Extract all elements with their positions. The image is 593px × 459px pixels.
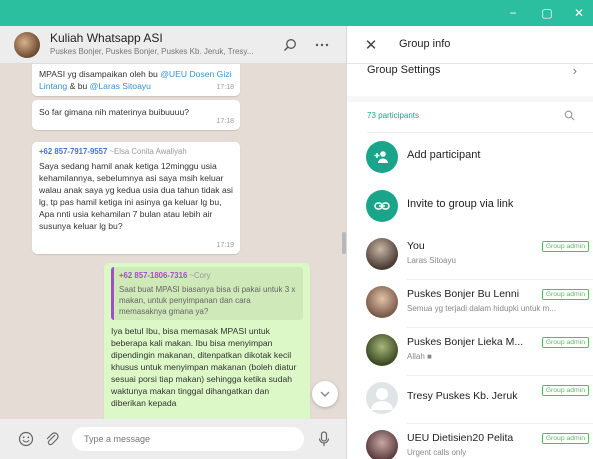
avatar[interactable] xyxy=(366,430,398,459)
chevron-right-icon: › xyxy=(572,63,577,78)
quoted-sender-number: +62 857-1806-7316 xyxy=(119,271,188,280)
message-time: 17:18 xyxy=(216,84,234,91)
mention-link[interactable]: @Laras Sitoayu xyxy=(90,81,151,91)
message-text: So far gimana nih materinya buibuuuu? xyxy=(39,107,190,117)
message-time: 17:18 xyxy=(216,118,234,125)
message-input[interactable] xyxy=(72,427,304,451)
chat-title[interactable]: Kuliah Whatsapp ASI xyxy=(50,31,163,45)
member-row[interactable]: UEU Dietisien20 Pelita Urgent calls only… xyxy=(347,424,593,459)
quoted-sender-name: ~Cory xyxy=(189,271,211,280)
avatar[interactable] xyxy=(366,334,398,366)
sender-number[interactable]: +62 857-7917-9557 xyxy=(39,147,107,156)
avatar[interactable] xyxy=(366,238,398,270)
participants-section: 73 participants Add participant Invite t… xyxy=(347,102,593,459)
whatsapp-window: − ▢ ✕ Kuliah Whatsapp ASI Puskes Bonjer,… xyxy=(0,0,593,459)
admin-badge: Group admin xyxy=(541,289,589,300)
emoji-icon[interactable] xyxy=(16,429,36,449)
title-bar: − ▢ ✕ xyxy=(0,0,593,26)
message-sender: +62 857-7917-9557 ~Elsa Conita Awaliyah xyxy=(39,146,233,158)
admin-badge: Group admin xyxy=(541,241,589,252)
close-icon[interactable]: ✕ xyxy=(361,35,381,55)
message-composer xyxy=(0,419,346,459)
search-icon[interactable] xyxy=(280,35,300,55)
group-avatar[interactable] xyxy=(14,32,40,58)
member-row[interactable]: Puskes Bonjer Bu Lenni Semua yg terjadi … xyxy=(347,280,593,328)
invite-via-link-label: Invite to group via link xyxy=(407,198,514,210)
message-text: & bu xyxy=(67,81,90,91)
member-row[interactable]: Tresy Puskes Kb. Jeruk Group admin xyxy=(347,376,593,424)
scroll-down-button[interactable] xyxy=(312,381,338,407)
member-status: Allah ■ xyxy=(407,352,432,361)
add-participant-label: Add participant xyxy=(407,149,481,161)
group-settings-label: Group Settings xyxy=(367,64,441,76)
member-name: You xyxy=(407,240,425,252)
message-text: Iya betul Ibu, bisa memasak MPASI untuk … xyxy=(111,326,297,408)
resize-handle[interactable] xyxy=(342,232,346,254)
member-name: Puskes Bonjer Lieka M... xyxy=(407,336,524,348)
member-row[interactable]: Puskes Bonjer Lieka M... Allah ■ Group a… xyxy=(347,328,593,376)
maximize-button[interactable]: ▢ xyxy=(530,0,564,26)
minimize-button[interactable]: − xyxy=(496,0,530,26)
microphone-icon[interactable] xyxy=(314,429,334,449)
search-participants-icon[interactable] xyxy=(561,107,577,123)
group-info-panel: ✕ Group info Group Settings › 73 partici… xyxy=(347,26,593,459)
group-info-header: ✕ Group info xyxy=(347,26,593,64)
message-bubble[interactable]: MPASI yg disampaikan oleh bu @UEU Dosen … xyxy=(32,64,240,96)
group-settings-row[interactable]: Group Settings › xyxy=(347,63,593,96)
more-options-icon[interactable] xyxy=(312,35,332,55)
member-name: Tresy Puskes Kb. Jeruk xyxy=(407,390,518,402)
default-avatar-icon[interactable] xyxy=(366,382,398,414)
add-participant-button[interactable]: Add participant xyxy=(347,134,593,180)
message-text: Saya sedang hamil anak ketiga 12minggu u… xyxy=(39,161,233,231)
message-bubble[interactable]: So far gimana nih materinya buibuuuu? 17… xyxy=(32,100,240,130)
message-list[interactable]: MPASI yg disampaikan oleh bu @UEU Dosen … xyxy=(0,64,346,419)
member-status: Semua yg terjadi dalam hidupki untuk m..… xyxy=(407,304,556,313)
chat-header[interactable]: Kuliah Whatsapp ASI Puskes Bonjer, Puske… xyxy=(0,26,346,64)
invite-via-link-button[interactable]: Invite to group via link xyxy=(347,183,593,229)
avatar[interactable] xyxy=(366,286,398,318)
chat-panel: Kuliah Whatsapp ASI Puskes Bonjer, Puske… xyxy=(0,26,346,459)
quoted-message[interactable]: +62 857-1806-7316 ~Cory Saat buat MPASI … xyxy=(111,267,303,320)
admin-badge: Group admin xyxy=(541,337,589,348)
admin-badge: Group admin xyxy=(541,385,589,396)
group-info-title: Group info xyxy=(399,38,451,50)
member-row[interactable]: You Laras Sitoayu Group admin xyxy=(347,232,593,280)
add-person-icon xyxy=(366,141,398,173)
member-status: Urgent calls only xyxy=(407,448,467,457)
member-status: Laras Sitoayu xyxy=(407,256,456,265)
divider xyxy=(367,132,593,133)
message-text: MPASI yg disampaikan oleh bu xyxy=(39,69,161,79)
paperclip-icon[interactable] xyxy=(42,429,62,449)
link-icon xyxy=(366,190,398,222)
quoted-text: Saat buat MPASI biasanya bisa di pakai u… xyxy=(119,285,296,316)
member-name: UEU Dietisien20 Pelita xyxy=(407,432,514,444)
sender-name: ~Elsa Conita Awaliyah xyxy=(109,147,187,156)
message-time: 17:19 xyxy=(216,242,234,249)
member-name: Puskes Bonjer Bu Lenni xyxy=(407,288,520,300)
participants-count: 73 participants xyxy=(367,111,420,120)
admin-badge: Group admin xyxy=(541,433,589,444)
outgoing-message-bubble[interactable]: +62 857-1806-7316 ~Cory Saat buat MPASI … xyxy=(104,263,310,419)
quoted-sender: +62 857-1806-7316 ~Cory xyxy=(119,270,298,282)
close-window-button[interactable]: ✕ xyxy=(562,0,593,26)
message-bubble[interactable]: +62 857-7917-9557 ~Elsa Conita Awaliyah … xyxy=(32,142,240,254)
chat-members-subtitle: Puskes Bonjer, Puskes Bonjer, Puskes Kb.… xyxy=(50,47,254,56)
